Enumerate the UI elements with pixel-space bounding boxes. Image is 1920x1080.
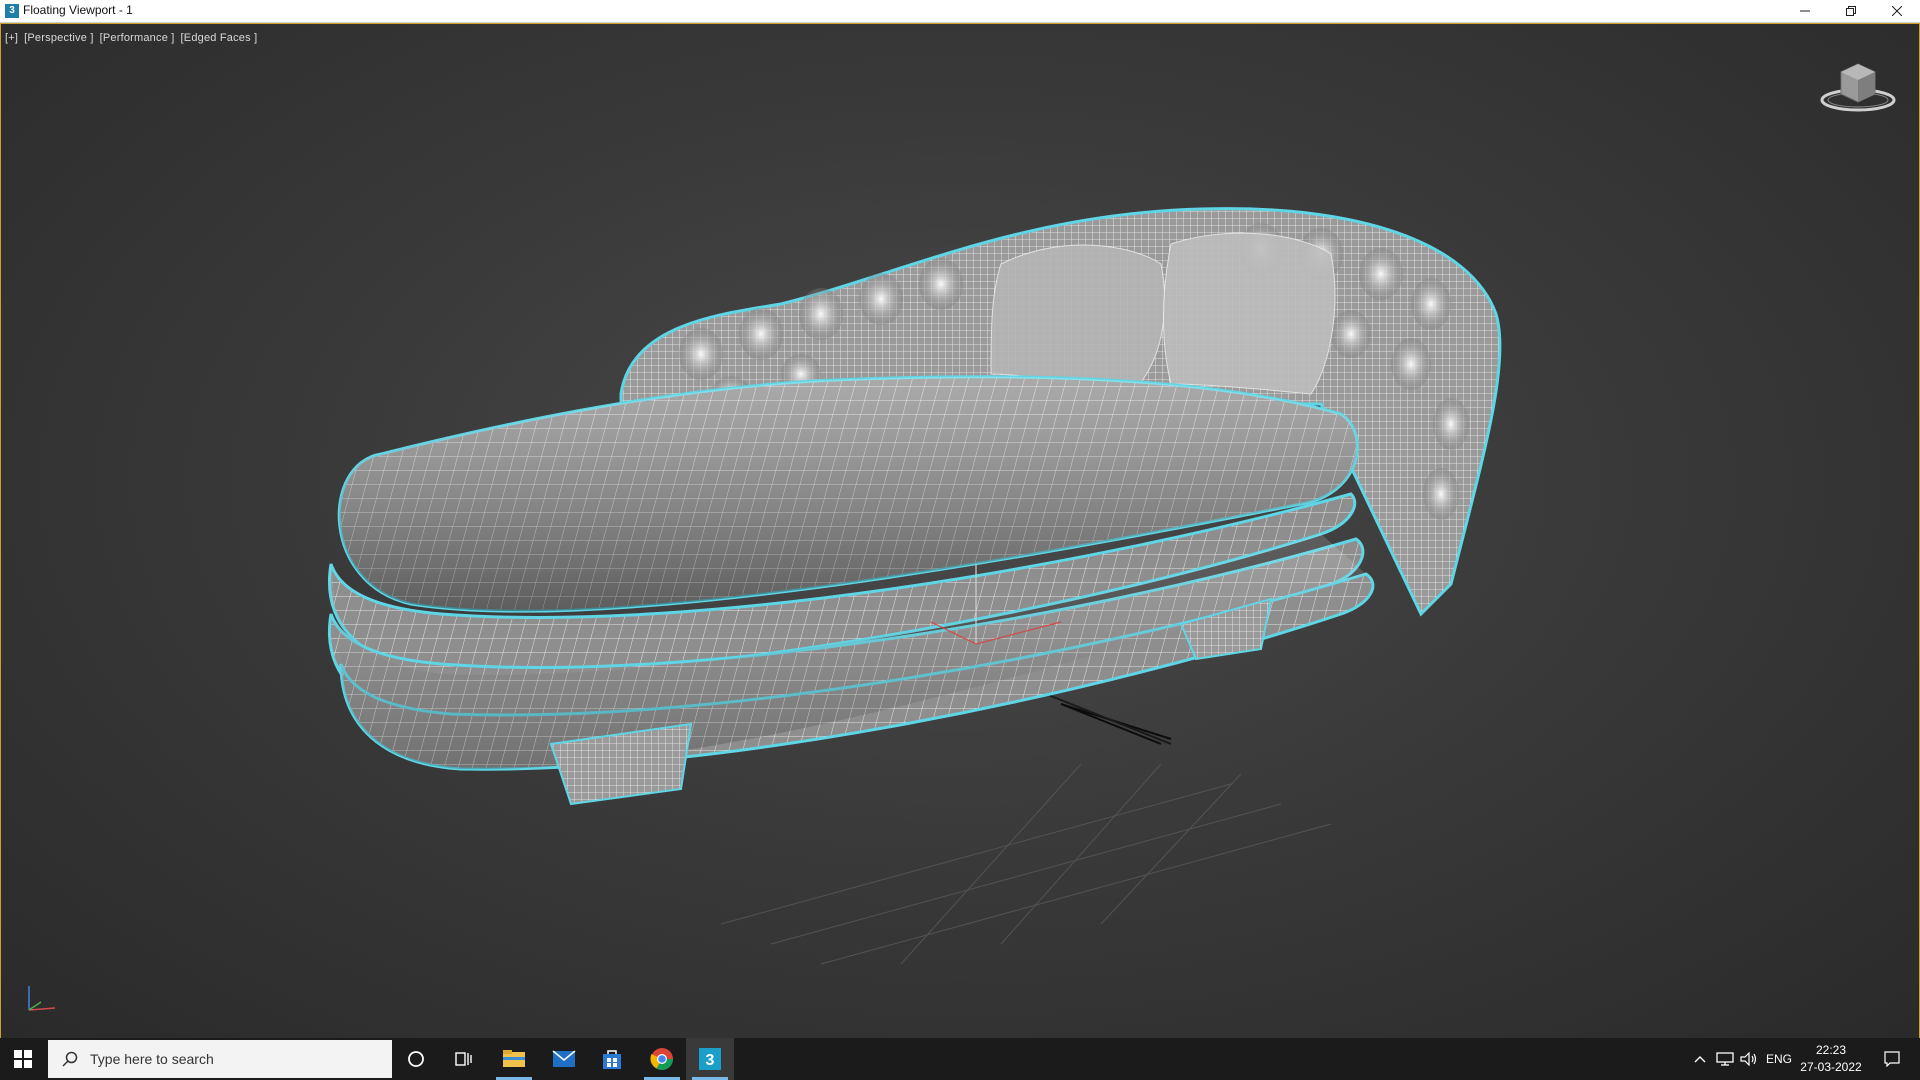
search-placeholder: Type here to search	[90, 1051, 214, 1067]
chrome-icon	[650, 1048, 673, 1070]
folder-icon	[503, 1050, 525, 1067]
file-explorer-button[interactable]	[490, 1038, 538, 1080]
show-hidden-icons-button[interactable]	[1690, 1038, 1710, 1080]
search-icon	[62, 1051, 78, 1067]
network-icon	[1716, 1052, 1734, 1066]
taskbar-search-box[interactable]: Type here to search	[48, 1040, 392, 1078]
action-center-button[interactable]	[1872, 1038, 1912, 1080]
mail-icon	[552, 1050, 576, 1067]
viewport-display-label[interactable]: [Edged Faces ]	[181, 32, 258, 44]
pillow-left	[990, 244, 1166, 395]
viewcube-icon[interactable]	[1819, 54, 1897, 114]
3ds-max-taskbar-button[interactable]: 3	[686, 1038, 734, 1080]
minimize-icon	[1800, 10, 1810, 12]
clock-time: 22:23	[1815, 1043, 1847, 1057]
store-icon	[603, 1050, 621, 1069]
viewport-shading-label[interactable]: [Performance ]	[100, 32, 175, 44]
axis-tripod-icon	[28, 986, 56, 1011]
taskbar: Type here to search 3 ENG 22:23 27-03-20…	[0, 1038, 1920, 1080]
viewport-plus-menu[interactable]: [+]	[5, 32, 18, 44]
store-button[interactable]	[588, 1038, 636, 1080]
cortana-button[interactable]	[392, 1038, 440, 1080]
close-button[interactable]	[1874, 0, 1920, 22]
windows-icon	[14, 1050, 32, 1068]
chaise-model[interactable]	[301, 204, 1701, 984]
viewport-pov-label[interactable]: [Perspective ]	[24, 32, 93, 44]
task-view-icon	[455, 1052, 472, 1066]
chrome-button[interactable]	[638, 1038, 686, 1080]
3ds-max-icon: 3	[699, 1048, 721, 1070]
mail-button[interactable]	[540, 1038, 588, 1080]
restore-icon	[1846, 6, 1856, 16]
chevron-up-icon	[1694, 1056, 1706, 1063]
pillow-right	[1163, 232, 1336, 395]
circle-icon	[408, 1051, 424, 1067]
network-button[interactable]	[1714, 1038, 1736, 1080]
viewport-label-menu[interactable]: [+] [Perspective ] [Performance ] [Edged Fa…	[5, 32, 263, 44]
clock-date: 27-03-2022	[1800, 1060, 1862, 1074]
3ds-max-icon: 3	[5, 4, 19, 18]
minimize-button[interactable]	[1782, 0, 1828, 22]
speaker-icon	[1740, 1052, 1757, 1066]
volume-button[interactable]	[1738, 1038, 1760, 1080]
perspective-viewport[interactable]: [+] [Perspective ] [Performance ] [Edged Fa…	[0, 23, 1920, 1039]
start-button[interactable]	[0, 1038, 46, 1080]
task-view-button[interactable]	[440, 1038, 488, 1080]
restore-button[interactable]	[1828, 0, 1874, 22]
system-clock[interactable]: 22:23 27-03-2022	[1790, 1042, 1872, 1076]
svg-text:3: 3	[706, 1052, 715, 1069]
notification-icon	[1884, 1051, 1900, 1067]
window-title: Floating Viewport - 1	[23, 3, 133, 17]
close-icon	[1892, 6, 1902, 16]
title-bar: 3 Floating Viewport - 1	[0, 0, 1920, 23]
